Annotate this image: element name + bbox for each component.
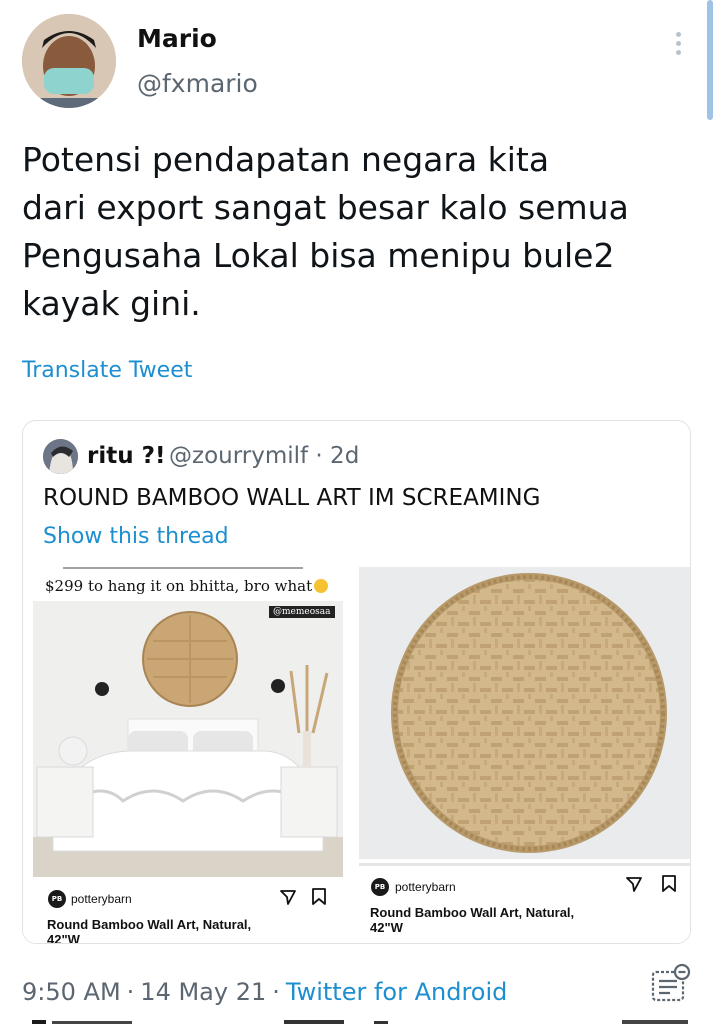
clipped-caption-line (33, 567, 333, 576)
product-title-line2: 42"W (370, 920, 403, 935)
quoted-handle: @zourrymilf · 2d (169, 443, 360, 469)
translate-tweet-link[interactable]: Translate Tweet (22, 358, 192, 383)
bookmark-icon (662, 875, 676, 892)
potterybarn-logo-icon: PB (371, 878, 389, 896)
quoted-avatar (43, 439, 78, 474)
tweet-header: Mario @fxmario (22, 14, 692, 110)
show-thread-link[interactable]: Show this thread (43, 524, 229, 549)
scroll-indicator[interactable] (707, 0, 713, 120)
product-title-line2: 42"W (47, 932, 80, 944)
username[interactable]: @fxmario (137, 69, 258, 98)
analytics-icon[interactable] (650, 962, 692, 1004)
more-vertical-icon[interactable] (664, 28, 692, 58)
display-name[interactable]: Mario (137, 24, 217, 53)
meme-caption-text: $299 to hang it on bhitta, bro what (45, 577, 313, 595)
product-title-line1: Round Bamboo Wall Art, Natural, (370, 905, 575, 920)
next-tweet-preview (32, 1020, 688, 1024)
product-title: Round Bamboo Wall Art, Natural, 42"W (47, 917, 252, 944)
separator: · (126, 978, 135, 1006)
bookmark-icon (312, 888, 326, 905)
product-title: Round Bamboo Wall Art, Natural, 42"W (370, 905, 574, 935)
meme-caption: $299 to hang it on bhitta, bro what (45, 577, 329, 595)
tweet-date: 14 May 21 (140, 978, 267, 1006)
quoted-display-name: ritu ?! (87, 443, 166, 469)
laughing-emoji-icon (314, 579, 329, 593)
tweet-timestamp: 9:50 AM · 14 May 21 · Twitter for Android (22, 978, 507, 1006)
tweet-time: 9:50 AM (22, 978, 121, 1006)
share-icon (280, 890, 296, 905)
separator: · (272, 978, 280, 1006)
media-left-panel[interactable]: $299 to hang it on bhitta, bro what @mem… (23, 567, 355, 944)
quoted-text: ROUND BAMBOO WALL ART IM SCREAMING (43, 485, 541, 511)
instagram-account: potterybarn (395, 880, 456, 894)
photo-divider (359, 863, 690, 866)
avatar[interactable] (22, 14, 116, 108)
potterybarn-logo-icon: PB (48, 890, 66, 908)
bedroom-photo (33, 601, 343, 877)
media-right-panel[interactable]: PB potterybarn Round Bamboo Wall Art, Na… (359, 567, 690, 943)
share-icon (626, 877, 642, 892)
product-title-line1: Round Bamboo Wall Art, Natural, (47, 917, 252, 932)
instagram-account: potterybarn (71, 892, 132, 906)
watermark: @memeosaa (269, 606, 335, 618)
quoted-tweet-card[interactable]: ritu ?! @zourrymilf · 2d ROUND BAMBOO WA… (22, 420, 691, 944)
tweet-source-link[interactable]: Twitter for Android (286, 978, 507, 1006)
quoted-media[interactable]: $299 to hang it on bhitta, bro what @mem… (23, 567, 690, 944)
bamboo-basket-photo (359, 567, 690, 859)
tweet-text: Potensi pendapatan negara kita dari expo… (22, 140, 629, 323)
